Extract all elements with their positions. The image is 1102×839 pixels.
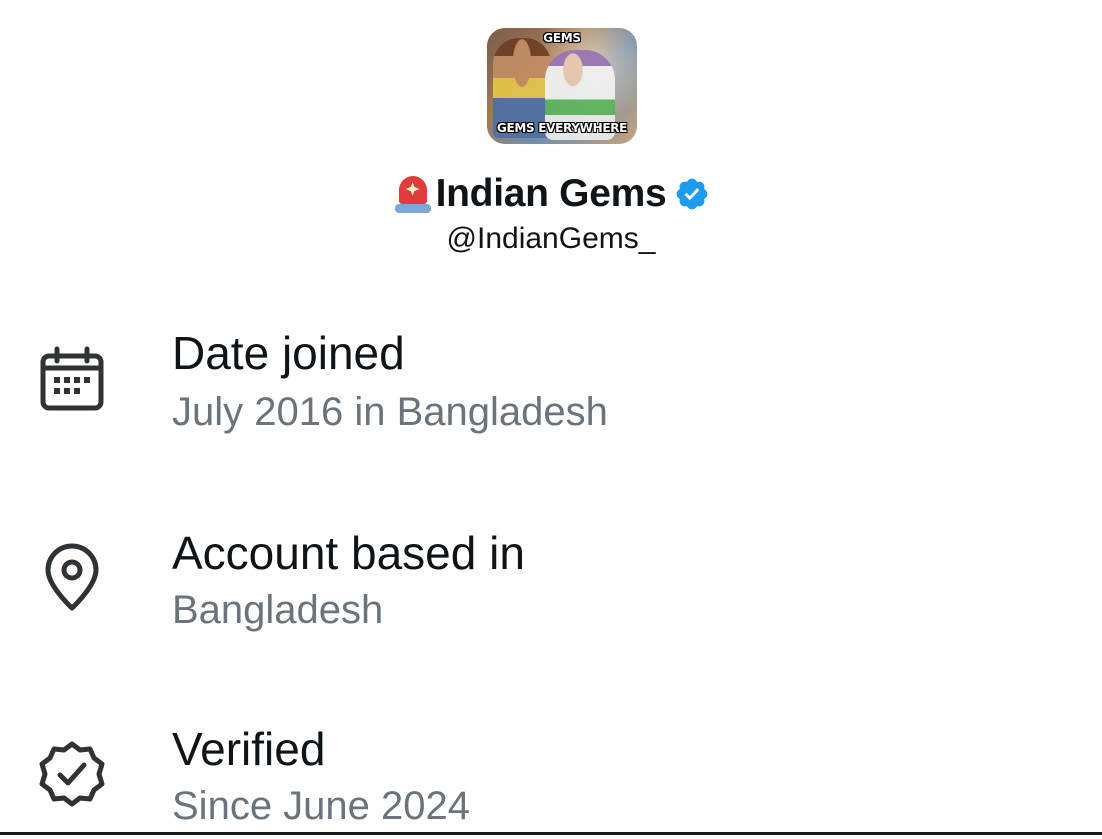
account-based-item: Account based in Bangladesh <box>0 520 1102 640</box>
account-based-title: Account based in <box>172 527 525 579</box>
user-handle: @IndianGems_ <box>446 222 656 255</box>
location-pin-icon <box>45 543 99 611</box>
verified-value: Since June 2024 <box>172 784 471 828</box>
verified-seal-icon <box>39 741 105 807</box>
display-name: Indian Gems <box>435 172 667 215</box>
date-joined-title: Date joined <box>172 327 405 379</box>
bottom-divider <box>0 832 1102 835</box>
account-based-value: Bangladesh <box>172 588 384 632</box>
calendar-icon <box>40 346 104 411</box>
verified-badge-icon <box>677 178 708 210</box>
avatar[interactable]: GEMS GEMS EVERYWHERE <box>487 28 637 144</box>
verified-title: Verified <box>172 723 326 775</box>
display-name-row: Indian Gems <box>0 168 1102 220</box>
avatar-caption-bottom: GEMS EVERYWHERE <box>496 121 628 135</box>
police-car-light-icon <box>392 172 434 216</box>
avatar-caption-top: GEMS <box>543 31 581 45</box>
date-joined-item: Date joined July 2016 in Bangladesh <box>0 320 1102 440</box>
verified-item: Verified Since June 2024 <box>0 716 1102 836</box>
profile-header: GEMS GEMS EVERYWHERE Indian Gems @Indian… <box>0 0 1102 280</box>
date-joined-value: July 2016 in Bangladesh <box>172 390 608 434</box>
